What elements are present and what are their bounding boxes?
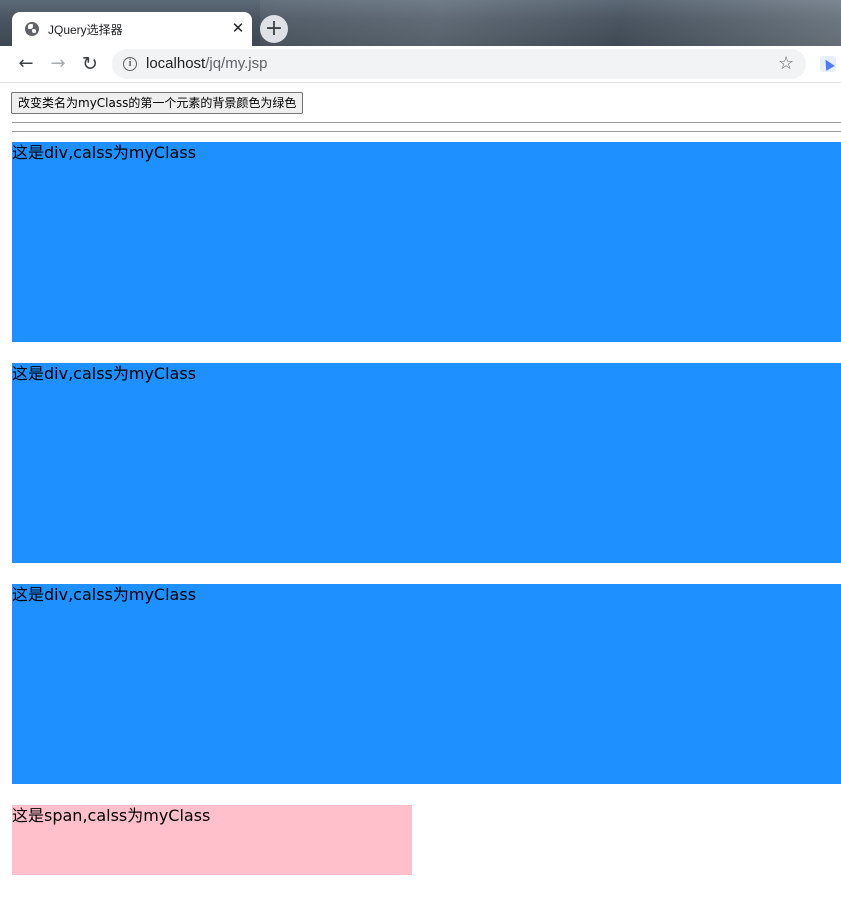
browser-tab-strip: JQuery选择器 ✕ +: [0, 0, 841, 46]
close-icon[interactable]: ✕: [229, 19, 247, 37]
globe-icon: [25, 22, 39, 36]
forward-arrow-icon[interactable]: →: [45, 52, 71, 76]
info-icon[interactable]: i: [123, 57, 137, 71]
div-text: 这是div,calss为myClass: [12, 143, 197, 162]
back-arrow-icon[interactable]: ←: [13, 52, 39, 76]
horizontal-rule: [12, 122, 841, 123]
myclass-span: 这是span,calss为myClass: [12, 805, 412, 875]
change-background-button[interactable]: 改变类名为myClass的第一个元素的背景颜色为绿色: [11, 92, 304, 114]
url-text[interactable]: localhost/jq/my.jsp: [146, 55, 267, 72]
browser-toolbar: ← → ↻ i localhost/jq/my.jsp ☆: [0, 46, 841, 83]
horizontal-rule: [12, 131, 841, 132]
url-host: localhost: [146, 55, 206, 72]
url-path: /jq/my.jsp: [205, 55, 268, 72]
myclass-div-3: 这是div,calss为myClass: [12, 584, 841, 784]
desktop-background: [260, 0, 841, 46]
myclass-div-1: 这是div,calss为myClass: [12, 142, 841, 342]
reload-icon[interactable]: ↻: [77, 52, 103, 76]
page-content: 改变类名为myClass的第一个元素的背景颜色为绿色 这是div,calss为m…: [0, 84, 841, 907]
extension-icon[interactable]: [820, 56, 836, 72]
new-tab-button[interactable]: +: [260, 15, 288, 43]
bookmark-star-icon[interactable]: ☆: [778, 53, 794, 74]
div-text: 这是div,calss为myClass: [12, 585, 197, 604]
div-text: 这是div,calss为myClass: [12, 364, 197, 383]
address-bar[interactable]: i localhost/jq/my.jsp ☆: [112, 49, 806, 79]
myclass-div-2: 这是div,calss为myClass: [12, 363, 841, 563]
tab-title: JQuery选择器: [48, 23, 123, 37]
browser-tab[interactable]: JQuery选择器 ✕: [12, 12, 252, 46]
span-text: 这是span,calss为myClass: [12, 806, 211, 825]
